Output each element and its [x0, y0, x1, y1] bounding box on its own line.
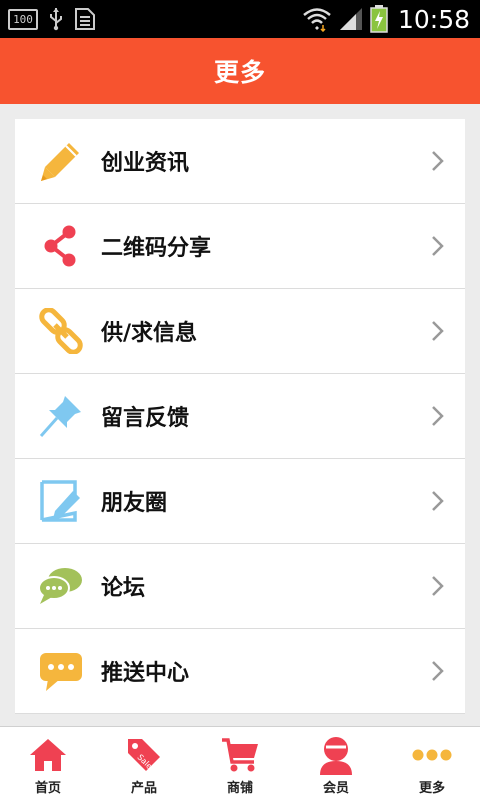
battery-100-icon: 100: [8, 8, 38, 30]
usb-icon: [50, 8, 62, 31]
share-icon: [37, 222, 85, 270]
home-icon: [26, 733, 70, 777]
menu-item-forum[interactable]: 论坛: [15, 544, 465, 629]
signal-icon: [339, 8, 362, 30]
message-bubble-icon: [37, 647, 85, 695]
nav-item-shop[interactable]: 商铺: [192, 727, 288, 801]
bottom-navigation: 首页 Sale 产品 商铺 会员 更多: [0, 726, 480, 801]
charging-battery-icon: [370, 5, 388, 33]
menu-item-label: 推送中心: [101, 661, 190, 686]
menu-item-label: 创业资讯: [101, 151, 190, 176]
shopping-cart-icon: [218, 733, 262, 777]
page-title: 更多: [213, 58, 266, 87]
chevron-right-icon: [432, 576, 444, 596]
menu-item-push-center[interactable]: 推送中心: [15, 629, 465, 714]
chevron-right-icon: [432, 151, 444, 171]
pencil-icon: [37, 137, 85, 185]
menu-item-business-news[interactable]: 创业资讯: [15, 119, 465, 204]
status-bar: 100 10:58: [0, 0, 480, 38]
menu-list: 创业资讯 二维码分享 供/求信息 留言反馈 朋友圈 论坛 推送中心: [15, 119, 465, 714]
nav-item-member[interactable]: 会员: [288, 727, 384, 801]
chain-link-icon: [37, 307, 85, 355]
menu-item-moments[interactable]: 朋友圈: [15, 459, 465, 544]
menu-item-label: 供/求信息: [101, 321, 198, 346]
nav-label: 更多: [418, 781, 445, 796]
menu-item-label: 朋友圈: [101, 491, 168, 516]
clock-time: 10:58: [397, 4, 470, 34]
menu-item-qr-share[interactable]: 二维码分享: [15, 204, 465, 289]
more-dots-icon: [410, 733, 454, 777]
nav-item-more[interactable]: 更多: [384, 727, 480, 801]
chat-bubbles-icon: [37, 562, 85, 610]
nav-label: 商铺: [226, 781, 253, 796]
nav-label: 产品: [130, 781, 157, 796]
sim-card-icon: [75, 8, 95, 30]
nav-item-products[interactable]: Sale 产品: [96, 727, 192, 801]
wifi-icon: [303, 8, 331, 32]
chevron-right-icon: [432, 236, 444, 256]
nav-label: 会员: [322, 781, 349, 796]
header-bar: 更多: [0, 38, 480, 104]
menu-item-feedback[interactable]: 留言反馈: [15, 374, 465, 459]
nav-item-home[interactable]: 首页: [0, 727, 96, 801]
pushpin-icon: [37, 392, 85, 440]
sale-tag-icon: Sale: [122, 733, 166, 777]
chevron-right-icon: [432, 491, 444, 511]
menu-item-label: 留言反馈: [101, 406, 190, 431]
menu-item-label: 论坛: [101, 576, 146, 601]
chevron-right-icon: [432, 661, 444, 681]
nav-label: 首页: [34, 781, 61, 796]
edit-note-icon: [37, 477, 85, 525]
chevron-right-icon: [432, 406, 444, 426]
member-icon: [314, 733, 358, 777]
chevron-right-icon: [432, 321, 444, 341]
menu-item-label: 二维码分享: [101, 236, 212, 261]
menu-item-supply-demand[interactable]: 供/求信息: [15, 289, 465, 374]
